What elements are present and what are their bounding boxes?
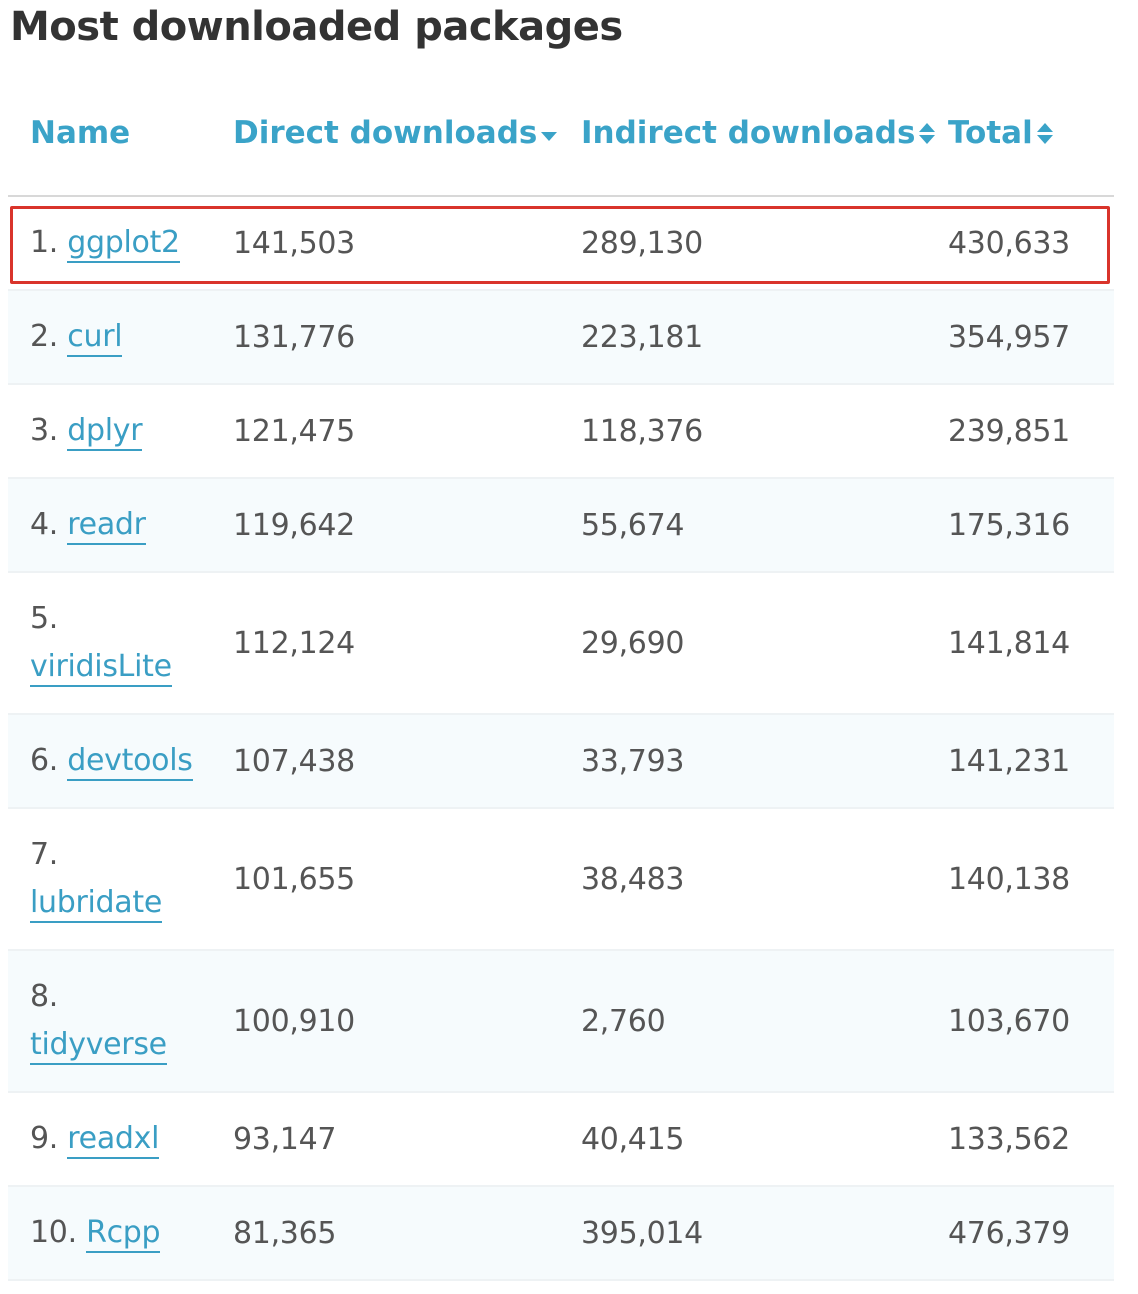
rank-number: 2.	[30, 319, 59, 354]
cell-total-downloads: 175,316	[948, 478, 1114, 573]
cell-indirect-downloads: 223,181	[568, 290, 948, 385]
cell-direct-downloads: 107,438	[220, 714, 568, 809]
sort-both-icon[interactable]	[1035, 121, 1055, 147]
cell-total-downloads: 354,957	[948, 290, 1114, 385]
rank-number: 6.	[30, 743, 59, 778]
rank-number: 4.	[30, 507, 59, 542]
rank-number: 10.	[30, 1215, 77, 1250]
cell-package-name: 3. dplyr	[8, 384, 220, 479]
cell-direct-downloads: 81,365	[220, 1186, 568, 1281]
cell-indirect-downloads: 289,130	[568, 196, 948, 291]
column-header-total-label: Total	[948, 114, 1033, 151]
column-header-indirect-downloads[interactable]: Indirect downloads	[568, 70, 948, 197]
table-row: 4. readr 119,642 55,674 175,316	[8, 478, 1114, 573]
cell-direct-downloads: 112,124	[220, 572, 568, 715]
cell-total-downloads: 430,633	[948, 196, 1114, 291]
sort-both-icon[interactable]	[917, 121, 937, 147]
cell-package-name: 10. Rcpp	[8, 1186, 220, 1281]
column-header-indirect-label: Indirect downloads	[581, 114, 916, 151]
cell-package-name: 4. readr	[8, 478, 220, 573]
package-link-devtools[interactable]: devtools	[67, 743, 193, 781]
cell-indirect-downloads: 55,674	[568, 478, 948, 573]
cell-indirect-downloads: 33,793	[568, 714, 948, 809]
cell-indirect-downloads: 40,415	[568, 1092, 948, 1187]
cell-indirect-downloads: 118,376	[568, 384, 948, 479]
cell-indirect-downloads: 395,014	[568, 1186, 948, 1281]
cell-direct-downloads: 101,655	[220, 808, 568, 951]
rank-number: 8.	[30, 979, 59, 1014]
rank-number: 3.	[30, 413, 59, 448]
page-title: Most downloaded packages	[10, 4, 623, 50]
table-row: 7. lubridate 101,655 38,483 140,138	[8, 808, 1114, 951]
cell-total-downloads: 133,562	[948, 1092, 1114, 1187]
table-row: 1. ggplot2 141,503 289,130 430,633	[8, 196, 1114, 291]
package-link-curl[interactable]: curl	[67, 319, 123, 357]
cell-direct-downloads: 141,503	[220, 196, 568, 291]
cell-total-downloads: 141,231	[948, 714, 1114, 809]
package-link-readxl[interactable]: readxl	[67, 1121, 159, 1159]
rank-number: 1.	[30, 225, 59, 260]
table-row: 9. readxl 93,147 40,415 133,562	[8, 1092, 1114, 1187]
cell-total-downloads: 476,379	[948, 1186, 1114, 1281]
cell-package-name: 5. viridisLite	[8, 572, 220, 715]
column-header-name-label: Name	[30, 114, 131, 151]
cell-total-downloads: 141,814	[948, 572, 1114, 715]
column-header-direct-label: Direct downloads	[233, 114, 538, 151]
table-row: 8. tidyverse 100,910 2,760 103,670	[8, 950, 1114, 1093]
package-link-viridislite[interactable]: viridisLite	[30, 649, 172, 687]
package-link-lubridate[interactable]: lubridate	[30, 885, 162, 923]
rank-number: 7.	[30, 837, 59, 872]
column-header-direct-downloads[interactable]: Direct downloads	[220, 70, 568, 197]
cell-direct-downloads: 121,475	[220, 384, 568, 479]
cell-package-name: 8. tidyverse	[8, 950, 220, 1093]
table-row: 10. Rcpp 81,365 395,014 476,379	[8, 1186, 1114, 1281]
package-link-rcpp[interactable]: Rcpp	[86, 1215, 161, 1253]
cell-package-name: 9. readxl	[8, 1092, 220, 1187]
table-row: 6. devtools 107,438 33,793 141,231	[8, 714, 1114, 809]
rank-number: 9.	[30, 1121, 59, 1156]
cell-package-name: 7. lubridate	[8, 808, 220, 951]
table-row: 2. curl 131,776 223,181 354,957	[8, 290, 1114, 385]
cell-package-name: 1. ggplot2	[8, 196, 220, 291]
sort-descending-icon[interactable]	[539, 121, 559, 147]
package-link-tidyverse[interactable]: tidyverse	[30, 1027, 167, 1065]
cell-indirect-downloads: 38,483	[568, 808, 948, 951]
table-header-row: Name Direct downloads Indirect downloads…	[8, 70, 1114, 197]
package-link-readr[interactable]: readr	[67, 507, 146, 545]
package-link-ggplot2[interactable]: ggplot2	[67, 225, 180, 263]
cell-indirect-downloads: 29,690	[568, 572, 948, 715]
cell-direct-downloads: 93,147	[220, 1092, 568, 1187]
cell-total-downloads: 103,670	[948, 950, 1114, 1093]
rank-number: 5.	[30, 601, 59, 636]
cell-direct-downloads: 131,776	[220, 290, 568, 385]
column-header-name[interactable]: Name	[8, 70, 220, 197]
package-link-dplyr[interactable]: dplyr	[67, 413, 143, 451]
cell-indirect-downloads: 2,760	[568, 950, 948, 1093]
cell-total-downloads: 140,138	[948, 808, 1114, 951]
cell-direct-downloads: 100,910	[220, 950, 568, 1093]
cell-direct-downloads: 119,642	[220, 478, 568, 573]
cell-package-name: 2. curl	[8, 290, 220, 385]
cell-total-downloads: 239,851	[948, 384, 1114, 479]
column-header-total[interactable]: Total	[948, 70, 1114, 197]
cell-package-name: 6. devtools	[8, 714, 220, 809]
packages-table: Name Direct downloads Indirect downloads…	[8, 70, 1114, 1281]
table-row: 5. viridisLite 112,124 29,690 141,814	[8, 572, 1114, 715]
table-row: 3. dplyr 121,475 118,376 239,851	[8, 384, 1114, 479]
